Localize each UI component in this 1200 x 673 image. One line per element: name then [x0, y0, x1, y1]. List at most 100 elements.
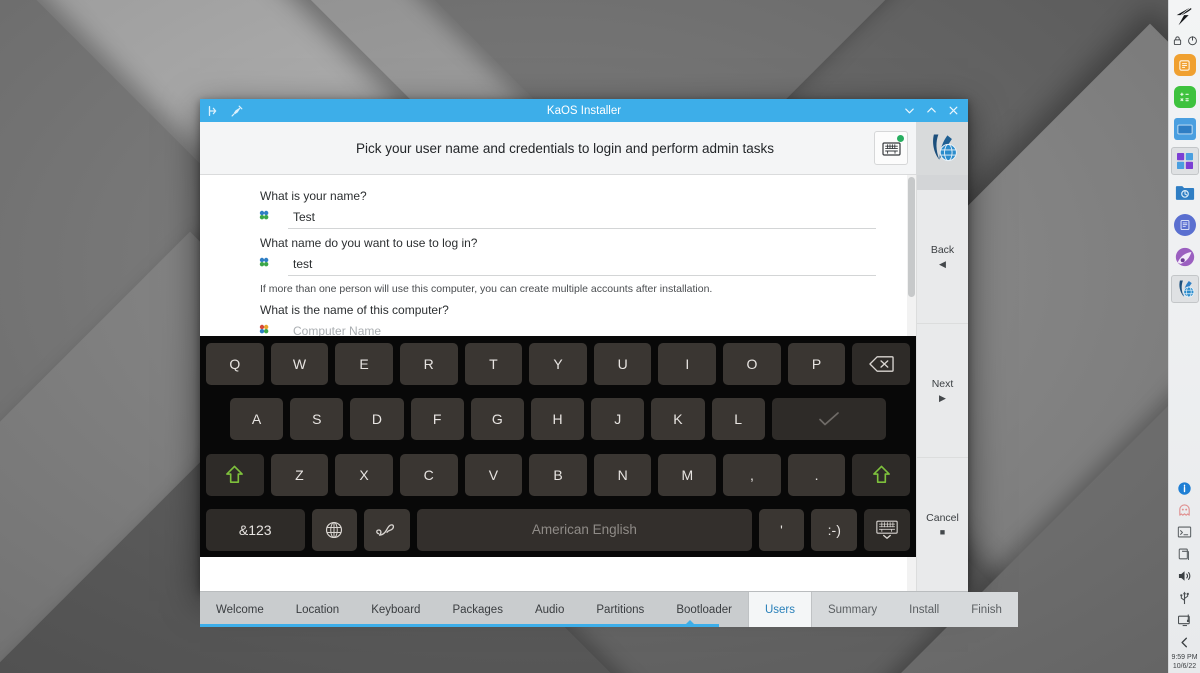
key-period[interactable]: . — [787, 453, 846, 496]
key-o[interactable]: O — [723, 343, 781, 385]
window-titlebar[interactable]: KaOS Installer — [200, 99, 968, 122]
key-w[interactable]: W — [270, 343, 329, 385]
tab-keyboard[interactable]: Keyboard — [355, 592, 436, 627]
close-icon[interactable] — [947, 104, 960, 117]
next-button[interactable]: Next ▶ — [917, 324, 968, 458]
key-x[interactable]: X — [335, 453, 393, 496]
dock-launcher-window[interactable] — [1171, 115, 1199, 143]
window-menu-icon[interactable] — [206, 104, 220, 118]
cancel-button[interactable]: Cancel ■ — [917, 458, 968, 591]
key-s[interactable]: S — [290, 398, 344, 441]
minimize-icon[interactable] — [903, 104, 916, 117]
dock-launcher-text-editor[interactable] — [1171, 211, 1199, 239]
blue-window-icon — [1173, 118, 1196, 140]
tray-network-display[interactable] — [1173, 609, 1197, 631]
network-display-icon — [1177, 614, 1190, 626]
dock-launcher-graphics[interactable] — [1171, 243, 1199, 271]
titlebar-left-icons — [206, 104, 244, 118]
key-apostrophe[interactable]: ' — [758, 508, 805, 551]
key-k[interactable]: K — [651, 398, 705, 441]
virtual-keyboard-icon — [881, 141, 901, 156]
key-d[interactable]: D — [350, 398, 404, 441]
key-i[interactable]: I — [658, 343, 717, 385]
key-l[interactable]: L — [711, 398, 765, 441]
kaos-logo-icon — [933, 134, 957, 162]
dock-launcher-green[interactable] — [1171, 83, 1199, 111]
tray-ghost[interactable] — [1173, 499, 1197, 521]
key-space[interactable]: American English — [417, 508, 752, 551]
tab-location[interactable]: Location — [280, 592, 355, 627]
lock-icon[interactable] — [1172, 35, 1183, 46]
key-shift-right[interactable] — [852, 453, 911, 496]
username-input[interactable] — [288, 254, 876, 276]
keyboard-active-badge — [897, 135, 904, 142]
dock-launcher-app-grid[interactable] — [1170, 147, 1199, 175]
key-comma[interactable]: , — [723, 453, 781, 496]
tab-partitions[interactable]: Partitions — [580, 592, 660, 627]
maximize-icon[interactable] — [925, 104, 938, 117]
tab-users[interactable]: Users — [747, 592, 812, 627]
key-g[interactable]: G — [470, 398, 524, 441]
key-backspace[interactable] — [852, 343, 911, 385]
key-q[interactable]: Q — [206, 343, 264, 385]
key-y[interactable]: Y — [529, 343, 587, 385]
virtual-keyboard-toggle-button[interactable] — [874, 131, 908, 165]
key-p[interactable]: P — [787, 343, 846, 385]
tab-welcome[interactable]: Welcome — [200, 592, 280, 627]
usb-icon — [1180, 591, 1189, 605]
tab-finish[interactable]: Finish — [955, 592, 1018, 627]
key-symbols[interactable]: &123 — [206, 508, 305, 551]
session-buttons — [1172, 35, 1198, 46]
key-m[interactable]: M — [658, 453, 717, 496]
next-button-label: Next — [931, 378, 954, 390]
back-arrow-icon: ◀ — [939, 259, 946, 269]
dock-launcher-kaos-installer[interactable] — [1170, 275, 1199, 303]
key-e[interactable]: E — [335, 343, 393, 385]
key-u[interactable]: U — [593, 343, 652, 385]
back-button[interactable]: Back ◀ — [917, 190, 968, 324]
scrollbar-thumb[interactable] — [908, 177, 915, 297]
tab-bootloader[interactable]: Bootloader — [660, 592, 748, 627]
key-language[interactable] — [311, 508, 358, 551]
key-f[interactable]: F — [410, 398, 464, 441]
key-r[interactable]: R — [399, 343, 458, 385]
key-t[interactable]: T — [464, 343, 523, 385]
key-a[interactable]: A — [230, 398, 284, 441]
key-enter[interactable] — [771, 398, 887, 441]
cancel-square-icon: ■ — [939, 527, 946, 537]
tab-packages[interactable]: Packages — [436, 592, 519, 627]
keyboard-row-3: Z X C V B N M , . — [206, 453, 911, 496]
key-z[interactable]: Z — [270, 453, 329, 496]
key-j[interactable]: J — [591, 398, 645, 441]
key-hide-keyboard[interactable] — [864, 508, 910, 551]
dock-launcher-file-manager[interactable] — [1171, 179, 1199, 207]
pin-icon[interactable] — [230, 104, 244, 118]
tray-info[interactable] — [1173, 477, 1197, 499]
power-icon[interactable] — [1187, 35, 1198, 46]
terminal-icon — [1177, 526, 1192, 538]
tab-audio[interactable]: Audio — [519, 592, 580, 627]
tray-clipboard[interactable] — [1173, 543, 1197, 565]
tray-expand[interactable] — [1173, 631, 1197, 653]
key-h[interactable]: H — [530, 398, 585, 441]
back-button-label: Back — [930, 244, 955, 256]
key-v[interactable]: V — [464, 453, 523, 496]
tray-volume[interactable] — [1173, 565, 1197, 587]
system-clock[interactable]: 9:59 PM 10/6/22 — [1171, 653, 1197, 673]
key-shift-left[interactable] — [206, 453, 264, 496]
clipboard-icon — [1178, 548, 1189, 560]
tab-install[interactable]: Install — [893, 592, 956, 627]
cancel-button-label: Cancel — [926, 512, 959, 524]
tray-terminal[interactable] — [1173, 521, 1197, 543]
dock-launcher-orange[interactable] — [1171, 51, 1199, 79]
tab-summary[interactable]: Summary — [811, 592, 894, 627]
key-b[interactable]: B — [529, 453, 587, 496]
fullname-input[interactable] — [288, 207, 876, 229]
key-n[interactable]: N — [593, 453, 652, 496]
key-c[interactable]: C — [399, 453, 458, 496]
right-dock-panel: 9:59 PM 10/6/22 — [1168, 0, 1200, 673]
key-emoji[interactable]: :-) — [811, 508, 858, 551]
key-handwriting[interactable] — [364, 508, 411, 551]
tray-usb[interactable] — [1173, 587, 1197, 609]
kaos-launcher-button[interactable] — [1171, 3, 1199, 31]
